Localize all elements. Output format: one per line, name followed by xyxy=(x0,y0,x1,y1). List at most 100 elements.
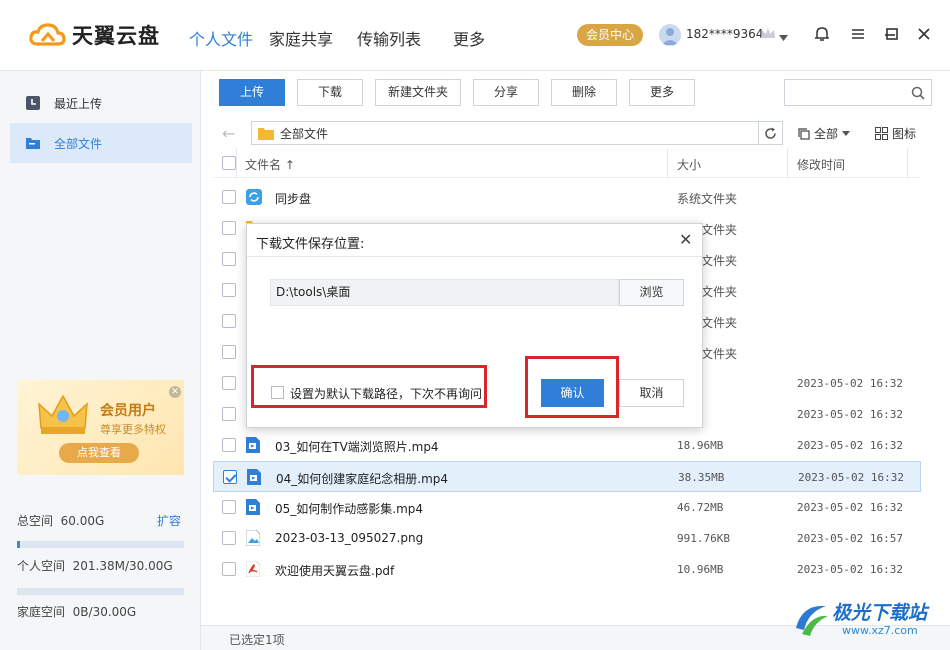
row-checkbox[interactable] xyxy=(222,252,236,266)
video-icon xyxy=(247,469,263,486)
user-icon xyxy=(662,28,678,45)
total-space-label: 总空间 60.00G xyxy=(17,514,105,528)
table-row[interactable]: 欢迎使用天翼云盘.pdf 10.96MB 2023-05-02 16:32 xyxy=(213,554,921,585)
grid-icon xyxy=(875,127,888,140)
folder-icon xyxy=(26,138,40,149)
column-size-header[interactable]: 大小 xyxy=(677,156,701,173)
promo-view-button[interactable]: 点我查看 xyxy=(59,443,139,463)
delete-button[interactable]: 删除 xyxy=(551,79,617,106)
vip-center-button[interactable]: 会员中心 xyxy=(577,24,643,46)
highlight-box-checkbox xyxy=(251,365,487,408)
table-row[interactable]: 2023-03-13_095027.png 991.76KB 2023-05-02 … xyxy=(213,523,921,554)
personal-space-bar xyxy=(17,541,184,548)
file-name[interactable]: 04_如何创建家庭纪念相册.mp4 xyxy=(276,470,448,487)
file-name[interactable]: 03_如何在TV端浏览照片.mp4 xyxy=(275,438,439,455)
sidebar-item-all-files[interactable]: 全部文件 xyxy=(10,123,192,163)
maximize-icon[interactable] xyxy=(884,26,900,42)
column-modified-header[interactable]: 修改时间 xyxy=(797,156,845,173)
chevron-down-icon[interactable] xyxy=(779,30,788,44)
filter-label: 全部 xyxy=(814,127,839,141)
row-checkbox[interactable] xyxy=(222,531,236,545)
column-divider xyxy=(236,148,237,178)
file-modified-date: 2023-05-02 16:32 xyxy=(797,408,903,421)
row-checkbox[interactable] xyxy=(222,562,236,576)
family-space-label: 家庭空间 0B/30.00G xyxy=(17,605,137,619)
tab-transfer-list[interactable]: 传输列表 xyxy=(357,26,421,50)
bell-icon[interactable] xyxy=(814,26,830,42)
logo-text: 天翼云盘 xyxy=(72,24,160,48)
expand-storage-link[interactable]: 扩容 xyxy=(157,512,181,529)
sidebar: 最近上传 全部文件 会员用户 尊享更多特权 点我查看 ✕ 总空间 60.00G … xyxy=(0,71,201,650)
video-icon xyxy=(246,499,262,516)
row-checkbox[interactable] xyxy=(222,283,236,297)
tab-more[interactable]: 更多 xyxy=(453,26,485,50)
file-modified-date: 2023-05-02 16:57 xyxy=(797,532,903,545)
more-button[interactable]: 更多 xyxy=(629,79,695,106)
file-size: 10.96MB xyxy=(677,563,724,576)
filter-dropdown[interactable]: 全部 xyxy=(798,125,851,142)
family-space-bar xyxy=(17,588,184,595)
tab-personal-files[interactable]: 个人文件 xyxy=(189,26,253,50)
column-divider xyxy=(667,148,668,178)
row-checkbox[interactable] xyxy=(222,345,236,359)
share-button[interactable]: 分享 xyxy=(473,79,539,106)
file-modified-date: 2023-05-02 16:32 xyxy=(797,377,903,390)
crown-icon xyxy=(760,27,776,43)
file-modified-date: 2023-05-02 16:32 xyxy=(798,471,904,484)
select-all-checkbox[interactable] xyxy=(222,156,236,170)
close-window-icon[interactable] xyxy=(916,26,932,42)
path-text: 全部文件 xyxy=(280,126,329,141)
row-checkbox[interactable] xyxy=(222,407,236,421)
sync-folder-icon xyxy=(246,189,262,206)
refresh-button[interactable] xyxy=(759,121,783,145)
column-name-header[interactable]: 文件名 ↑ xyxy=(245,156,295,173)
file-name[interactable]: 05_如何制作动感影集.mp4 xyxy=(275,500,423,517)
row-checkbox[interactable] xyxy=(222,314,236,328)
row-checkbox[interactable] xyxy=(222,190,236,204)
avatar[interactable] xyxy=(659,24,681,46)
clock-icon xyxy=(26,96,40,110)
table-row[interactable]: 05_如何制作动感影集.mp4 46.72MB 2023-05-02 16:32 xyxy=(213,492,921,523)
row-checkbox[interactable] xyxy=(222,221,236,235)
table-row[interactable]: 03_如何在TV端浏览照片.mp4 18.96MB 2023-05-02 16:32 xyxy=(213,430,921,461)
search-icon xyxy=(911,86,925,100)
view-mode-button[interactable]: 图标 xyxy=(875,125,916,142)
divider xyxy=(247,256,702,257)
watermark-url: www.xz7.com xyxy=(842,624,918,637)
row-checkbox[interactable] xyxy=(222,376,236,390)
row-checkbox[interactable] xyxy=(222,438,236,452)
selection-status: 已选定1项 xyxy=(229,633,285,647)
cancel-button[interactable]: 取消 xyxy=(619,379,684,407)
file-size: 991.76KB xyxy=(677,532,730,545)
table-row[interactable]: 04_如何创建家庭纪念相册.mp4 38.35MB 2023-05-02 16:32 xyxy=(213,461,921,492)
file-size: 系统文件夹 xyxy=(677,192,738,206)
file-name[interactable]: 欢迎使用天翼云盘.pdf xyxy=(275,562,394,579)
vip-promo-card[interactable]: 会员用户 尊享更多特权 点我查看 ✕ xyxy=(17,380,184,475)
file-modified-date: 2023-05-02 16:32 xyxy=(797,439,903,452)
path-bar[interactable]: 全部文件 xyxy=(251,121,759,145)
download-button[interactable]: 下载 xyxy=(297,79,363,106)
file-name[interactable]: 同步盘 xyxy=(275,190,311,207)
new-folder-button[interactable]: 新建文件夹 xyxy=(375,79,461,106)
close-icon[interactable]: ✕ xyxy=(679,230,692,249)
table-row[interactable]: 同步盘 系统文件夹 xyxy=(213,182,921,213)
refresh-icon xyxy=(765,127,776,139)
row-checkbox[interactable] xyxy=(222,500,236,514)
tab-family-share[interactable]: 家庭共享 xyxy=(269,26,333,50)
file-size: 46.72MB xyxy=(677,501,724,514)
file-modified-date: 2023-05-02 16:32 xyxy=(797,501,903,514)
save-path-field[interactable]: D:\tools\桌面 xyxy=(270,279,619,306)
sidebar-item-recent-uploads[interactable]: 最近上传 xyxy=(10,83,192,123)
close-icon[interactable]: ✕ xyxy=(169,386,181,398)
search-input[interactable] xyxy=(784,79,932,106)
user-name[interactable]: 182****9364 xyxy=(686,27,763,41)
upload-button[interactable]: 上传 xyxy=(219,79,285,106)
view-mode-label: 图标 xyxy=(892,127,917,141)
menu-icon[interactable] xyxy=(850,26,866,42)
chevron-down-icon xyxy=(842,131,851,136)
browse-button[interactable]: 浏览 xyxy=(619,279,684,306)
sidebar-item-label: 全部文件 xyxy=(54,136,103,151)
back-arrow-icon[interactable]: ← xyxy=(222,124,235,143)
row-checkbox[interactable] xyxy=(223,470,237,484)
file-name[interactable]: 2023-03-13_095027.png xyxy=(275,531,423,545)
